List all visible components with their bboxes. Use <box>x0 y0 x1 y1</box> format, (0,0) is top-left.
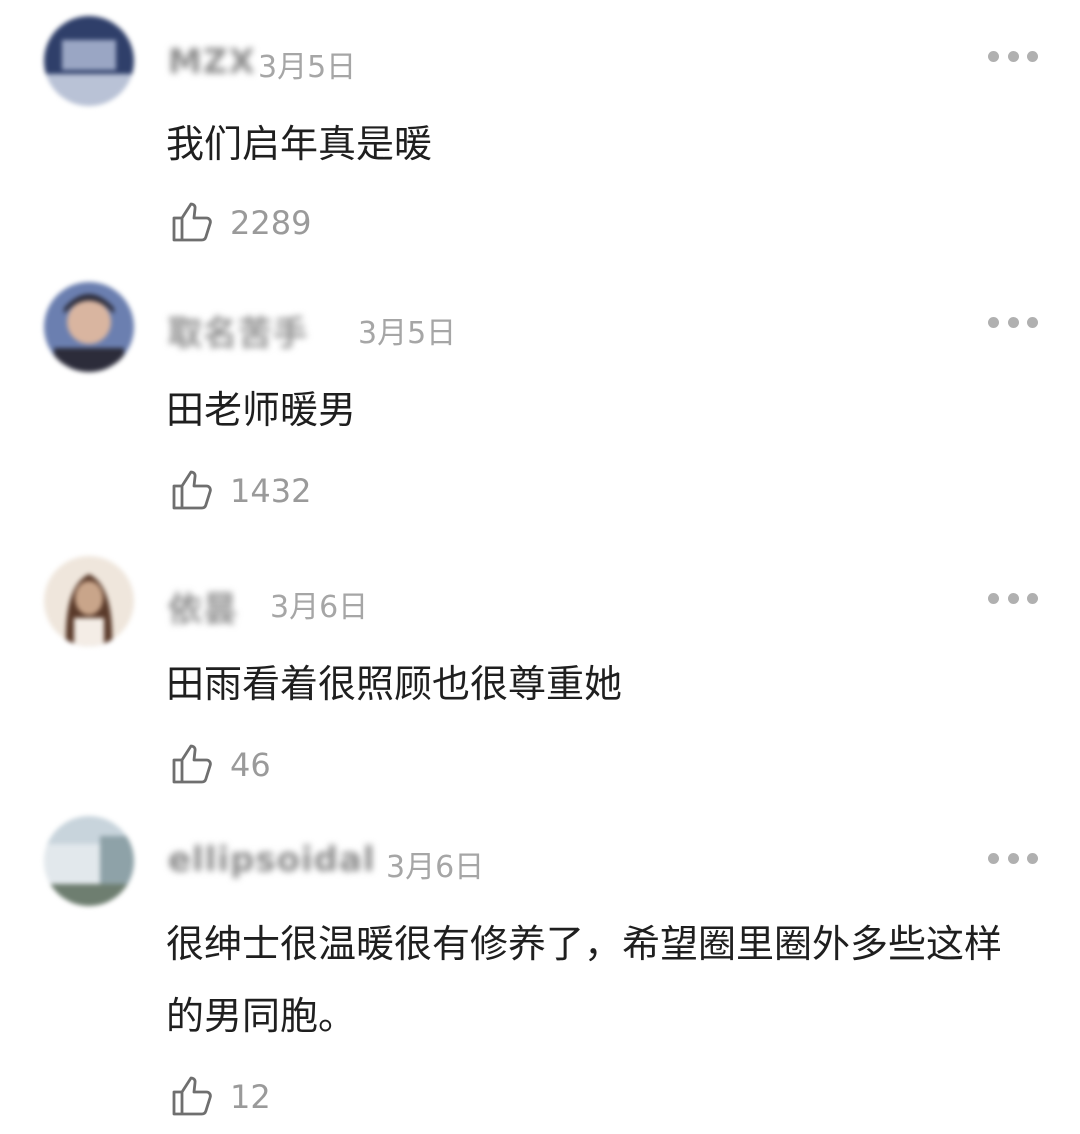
comment-text: 田雨看着很照顾也很尊重她 <box>166 662 623 706</box>
comment-date: 3月5日 <box>258 50 357 85</box>
like-count: 2289 <box>230 204 312 242</box>
more-dots-icon[interactable] <box>988 46 1038 66</box>
more-dots-icon[interactable] <box>988 848 1038 868</box>
comment-date: 3月6日 <box>386 850 485 885</box>
comment-date: 3月6日 <box>270 590 369 625</box>
comment-date: 3月5日 <box>358 316 457 351</box>
like-count: 1432 <box>230 472 312 510</box>
thumbs-up-icon[interactable] <box>170 466 218 514</box>
comment-list: MZX 3月5日 我们启年真是暖 2289 取名苦手 3月5日 田老师暖男 14… <box>0 0 1080 1134</box>
thumbs-up-icon[interactable] <box>170 740 218 788</box>
avatar[interactable] <box>44 282 134 372</box>
comment-text: 我们启年真是暖 <box>166 122 433 166</box>
like-count: 46 <box>230 746 271 784</box>
more-dots-icon[interactable] <box>988 588 1038 608</box>
username[interactable]: ellipsoidal <box>168 840 376 880</box>
thumbs-up-icon[interactable] <box>170 1072 218 1120</box>
more-dots-icon[interactable] <box>988 312 1038 332</box>
avatar[interactable] <box>44 556 134 646</box>
avatar[interactable] <box>44 16 134 106</box>
like-count: 12 <box>230 1078 271 1116</box>
username[interactable]: 依昙 <box>168 582 238 631</box>
username[interactable]: 取名苦手 <box>168 306 308 355</box>
avatar[interactable] <box>44 816 134 906</box>
comment-text: 很绅士很温暖很有修养了，希望圈里圈外多些这样的男同胞。 <box>166 922 1003 1038</box>
username[interactable]: MZX <box>168 42 256 82</box>
thumbs-up-icon[interactable] <box>170 198 218 246</box>
comment-text: 田老师暖男 <box>166 388 357 432</box>
